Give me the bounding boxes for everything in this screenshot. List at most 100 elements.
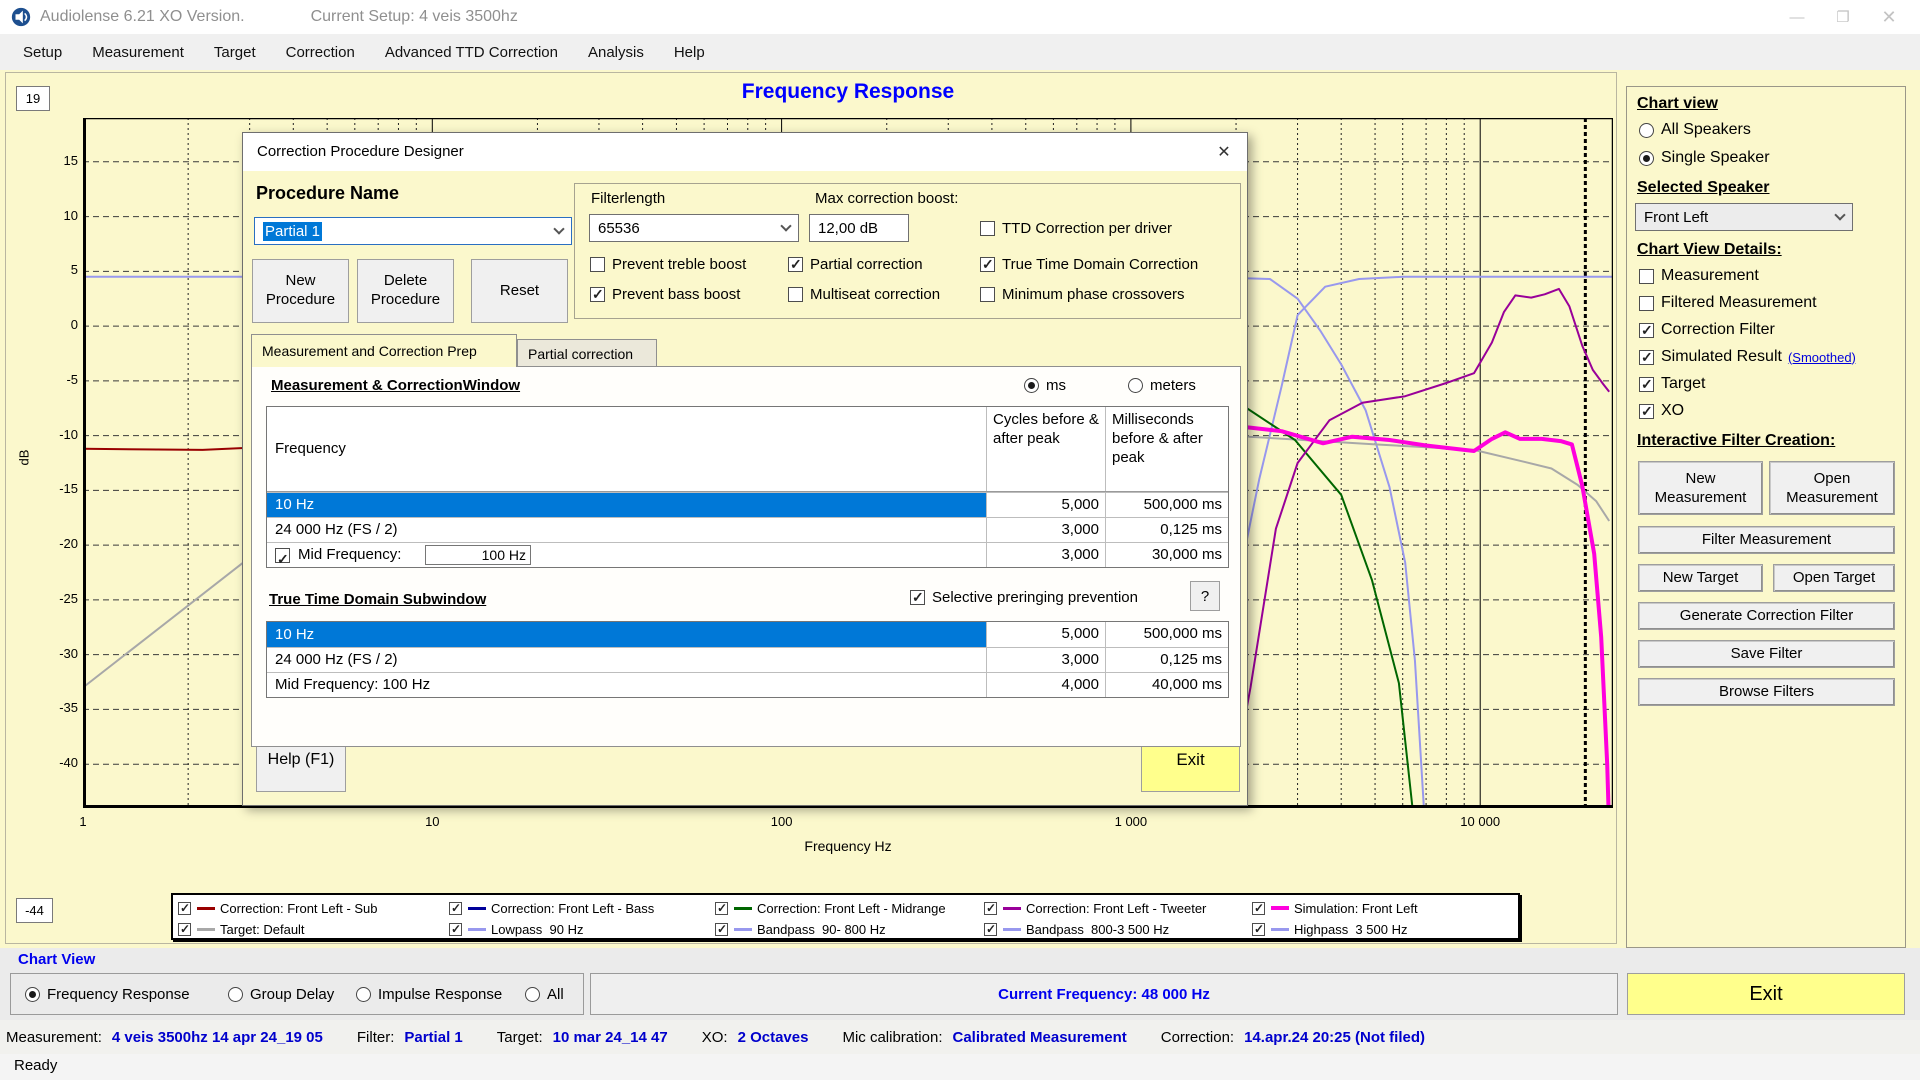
chart-view-radio-all[interactable]: All	[525, 986, 564, 1003]
radio-single-speaker[interactable]	[1639, 151, 1654, 166]
menu-item-help[interactable]: Help	[659, 36, 720, 69]
speaker-radio-single-speaker[interactable]: Single Speaker	[1639, 149, 1770, 167]
option-multiseat-correction[interactable]: Multiseat correction	[788, 286, 940, 303]
delete-procedure-button[interactable]: Delete Procedure	[357, 259, 454, 323]
frequency-cell[interactable]: 10 Hz	[267, 493, 987, 517]
table-row-10-hz[interactable]: 10 Hz5,000500,000 ms	[267, 492, 1228, 517]
menu-item-advanced-ttd-correction[interactable]: Advanced TTD Correction	[370, 36, 573, 69]
selective-preringing-checkbox[interactable]	[910, 590, 925, 605]
frequency-cell[interactable]: Mid Frequency: 100 Hz	[267, 673, 987, 697]
unit-radio-ms[interactable]: ms	[1024, 377, 1066, 394]
checkbox-minimum-phase-crossovers[interactable]	[980, 287, 995, 302]
checkbox-measurement[interactable]	[1639, 269, 1654, 284]
legend-checkbox-correction-front-left-midrange[interactable]	[715, 902, 728, 915]
save-filter-button[interactable]: Save Filter	[1638, 640, 1895, 668]
radio-group-delay[interactable]	[228, 987, 243, 1002]
milliseconds-cell[interactable]: 500,000 ms	[1106, 493, 1228, 517]
legend-checkbox-bandpass-90-800-hz[interactable]	[715, 923, 728, 936]
menu-item-analysis[interactable]: Analysis	[573, 36, 659, 69]
frequency-cell[interactable]: 24 000 Hz (FS / 2)	[267, 518, 987, 542]
frequency-cell[interactable]: 10 Hz	[267, 622, 987, 647]
milliseconds-cell[interactable]: 0,125 ms	[1106, 518, 1228, 542]
checkbox-correction-filter[interactable]	[1639, 323, 1654, 338]
cycles-cell[interactable]: 5,000	[987, 493, 1106, 517]
radio-meters[interactable]	[1128, 378, 1143, 393]
y-max-box[interactable]: 19	[16, 86, 50, 111]
menu-item-setup[interactable]: Setup	[8, 36, 77, 69]
cycles-cell[interactable]: 4,000	[987, 673, 1106, 697]
chart-view-radio-frequency-response[interactable]: Frequency Response	[25, 986, 190, 1003]
tab-partial-correction[interactable]: Partial correction	[517, 339, 657, 367]
chart-view-radio-impulse-response[interactable]: Impulse Response	[356, 986, 502, 1003]
speaker-radio-all-speakers[interactable]: All Speakers	[1639, 121, 1751, 139]
generate-correction-filter-button[interactable]: Generate Correction Filter	[1638, 602, 1895, 630]
dialog-title-bar[interactable]: Correction Procedure Designer ✕	[243, 133, 1247, 171]
menu-item-target[interactable]: Target	[199, 36, 271, 69]
detail-measurement[interactable]: Measurement	[1639, 267, 1759, 285]
filter-measurement-button[interactable]: Filter Measurement	[1638, 526, 1895, 554]
milliseconds-cell[interactable]: 500,000 ms	[1106, 622, 1228, 647]
main-exit-button[interactable]: Exit	[1627, 973, 1905, 1015]
procedure-name-dropdown[interactable]: Partial 1	[254, 217, 572, 245]
close-icon[interactable]: ✕	[1866, 0, 1912, 34]
cycles-cell[interactable]: 5,000	[987, 622, 1106, 647]
maximize-icon[interactable]: ❐	[1820, 0, 1866, 34]
dialog-close-icon[interactable]: ✕	[1201, 133, 1247, 171]
tab-measurement-and-correction-prep[interactable]: Measurement and Correction Prep	[251, 334, 517, 367]
detail-correction-filter[interactable]: Correction Filter	[1639, 321, 1775, 339]
cycles-cell[interactable]: 3,000	[987, 648, 1106, 672]
option-partial-correction[interactable]: Partial correction	[788, 256, 923, 273]
option-minimum-phase-crossovers[interactable]: Minimum phase crossovers	[980, 286, 1185, 303]
table-row-24-000-hz-fs-2[interactable]: 24 000 Hz (FS / 2)3,0000,125 ms	[267, 517, 1228, 542]
checkbox-filtered-measurement[interactable]	[1639, 296, 1654, 311]
filterlength-dropdown[interactable]: 65536	[589, 214, 799, 242]
checkbox-prevent-treble-boost[interactable]	[590, 257, 605, 272]
browse-filters-button[interactable]: Browse Filters	[1638, 678, 1895, 706]
detail-simulated-result[interactable]: Simulated Result(Smoothed)	[1639, 348, 1856, 366]
option-prevent-bass-boost[interactable]: Prevent bass boost	[590, 286, 740, 303]
open-measurement-button[interactable]: Open Measurement	[1769, 461, 1895, 515]
new-target-button[interactable]: New Target	[1638, 564, 1763, 592]
cycles-cell[interactable]: 3,000	[987, 518, 1106, 542]
option-prevent-treble-boost[interactable]: Prevent treble boost	[590, 256, 746, 273]
checkbox-ttd-correction-per-driver[interactable]	[980, 221, 995, 236]
cycles-cell[interactable]: 3,000	[987, 543, 1106, 567]
chart-view-radio-group-delay[interactable]: Group Delay	[228, 986, 334, 1003]
legend-checkbox-correction-front-left-tweeter[interactable]	[984, 902, 997, 915]
checkbox-multiseat-correction[interactable]	[788, 287, 803, 302]
max-correction-boost-field[interactable]: 12,00 dB	[809, 214, 909, 242]
radio-all-speakers[interactable]	[1639, 123, 1654, 138]
detail-target[interactable]: Target	[1639, 375, 1705, 393]
option-true-time-domain-correction[interactable]: True Time Domain Correction	[980, 256, 1198, 273]
smoothed-link[interactable]: (Smoothed)	[1788, 350, 1856, 365]
minimize-icon[interactable]: —	[1774, 0, 1820, 34]
checkbox-simulated-result[interactable]	[1639, 350, 1654, 365]
frequency-cell[interactable]: 24 000 Hz (FS / 2)	[267, 648, 987, 672]
reset-button[interactable]: Reset	[471, 259, 568, 323]
open-target-button[interactable]: Open Target	[1773, 564, 1895, 592]
milliseconds-cell[interactable]: 30,000 ms	[1106, 543, 1228, 567]
table-row-10-hz[interactable]: 10 Hz5,000500,000 ms	[267, 622, 1228, 647]
y-min-box[interactable]: -44	[16, 898, 53, 923]
checkbox-xo[interactable]	[1639, 404, 1654, 419]
mid-frequency-checkbox[interactable]	[275, 548, 290, 563]
menu-item-measurement[interactable]: Measurement	[77, 36, 199, 69]
selective-preringing-option[interactable]: Selective preringing prevention	[910, 589, 1138, 606]
detail-xo[interactable]: XO	[1639, 402, 1684, 420]
checkbox-prevent-bass-boost[interactable]	[590, 287, 605, 302]
legend-checkbox-correction-front-left-bass[interactable]	[449, 902, 462, 915]
unit-radio-meters[interactable]: meters	[1128, 377, 1196, 394]
legend-checkbox-target-default[interactable]	[178, 923, 191, 936]
option-ttd-correction-per-driver[interactable]: TTD Correction per driver	[980, 220, 1172, 237]
new-procedure-button[interactable]: New Procedure	[252, 259, 349, 323]
legend-checkbox-highpass-3-500-hz[interactable]	[1252, 923, 1265, 936]
checkbox-partial-correction[interactable]	[788, 257, 803, 272]
milliseconds-cell[interactable]: 40,000 ms	[1106, 673, 1228, 697]
radio-impulse-response[interactable]	[356, 987, 371, 1002]
table-row-mid-frequency-100-hz[interactable]: Mid Frequency: 100 Hz4,00040,000 ms	[267, 672, 1228, 697]
new-measurement-button[interactable]: New Measurement	[1638, 461, 1763, 515]
mid-frequency-field[interactable]: 100 Hz	[425, 545, 531, 565]
radio-ms[interactable]	[1024, 378, 1039, 393]
legend-checkbox-correction-front-left-sub[interactable]	[178, 902, 191, 915]
menu-item-correction[interactable]: Correction	[271, 36, 370, 69]
